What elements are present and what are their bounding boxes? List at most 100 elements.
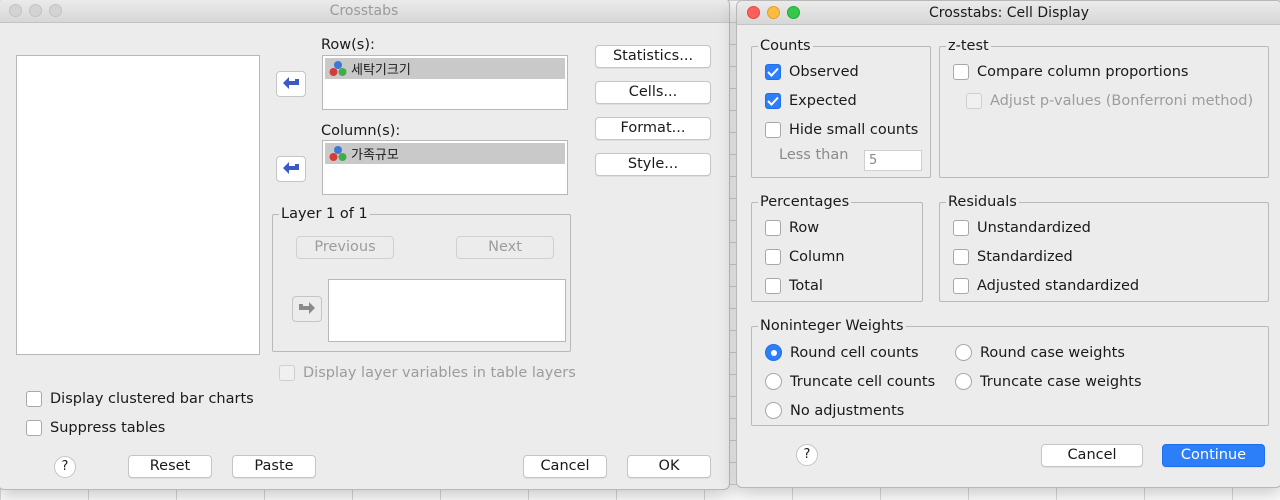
checkbox-box[interactable] xyxy=(953,249,969,265)
observed-label: Observed xyxy=(789,64,859,80)
checkbox-box[interactable] xyxy=(26,391,42,407)
truncate-case-weights-radio[interactable]: Truncate case weights xyxy=(955,373,1142,390)
layer-group-label: Layer 1 of 1 xyxy=(279,205,370,223)
round-case-weights-radio[interactable]: Round case weights xyxy=(955,344,1125,361)
move-to-columns-button[interactable] xyxy=(276,156,306,182)
arrow-left-icon xyxy=(283,77,299,89)
crosstabs-titlebar[interactable]: Crosstabs xyxy=(0,0,729,23)
columns-label: Column(s): xyxy=(321,123,401,139)
compare-column-proportions-checkbox[interactable]: Compare column proportions xyxy=(953,64,1188,80)
percentages-group-label: Percentages xyxy=(758,193,852,211)
total-percentage-label: Total xyxy=(789,278,823,294)
nominal-variable-icon xyxy=(329,145,347,161)
cell-display-dialog: Crosstabs: Cell Display Counts Observed … xyxy=(736,0,1280,488)
reset-button[interactable]: Reset xyxy=(128,455,212,478)
checkbox-box[interactable] xyxy=(765,93,781,109)
cancel-button[interactable]: Cancel xyxy=(1041,444,1143,467)
less-than-label: Less than xyxy=(779,147,849,163)
checkbox-box[interactable] xyxy=(953,220,969,236)
move-to-rows-button[interactable] xyxy=(276,71,306,97)
checkbox-box[interactable] xyxy=(953,278,969,294)
ztest-group-label: z-test xyxy=(946,37,991,55)
unstandardized-label: Unstandardized xyxy=(977,220,1091,236)
checkbox-box[interactable] xyxy=(279,365,295,381)
residuals-group-label: Residuals xyxy=(946,193,1019,211)
paste-button[interactable]: Paste xyxy=(232,455,316,478)
checkbox-box[interactable] xyxy=(953,64,969,80)
round-case-weights-label: Round case weights xyxy=(980,344,1125,361)
unstandardized-checkbox[interactable]: Unstandardized xyxy=(953,220,1091,236)
checkmark-icon xyxy=(767,67,779,77)
hide-small-counts-checkbox[interactable]: Hide small counts xyxy=(765,122,918,138)
column-variable-name: 가족규모 xyxy=(351,148,399,163)
cell-display-titlebar[interactable]: Crosstabs: Cell Display xyxy=(737,1,1280,25)
display-layer-variables-label: Display layer variables in table layers xyxy=(303,365,576,381)
radio-button[interactable] xyxy=(765,402,782,419)
expected-label: Expected xyxy=(789,93,857,109)
list-item[interactable]: 가족규모 xyxy=(325,143,565,164)
checkbox-box[interactable] xyxy=(765,278,781,294)
radio-button[interactable] xyxy=(765,373,782,390)
checkbox-box[interactable] xyxy=(26,420,42,436)
radio-button[interactable] xyxy=(955,344,972,361)
row-percentage-label: Row xyxy=(789,220,820,236)
style-button[interactable]: Style... xyxy=(595,153,711,176)
row-percentage-checkbox[interactable]: Row xyxy=(765,220,819,236)
expected-checkbox[interactable]: Expected xyxy=(765,93,857,109)
statistics-button[interactable]: Statistics... xyxy=(595,45,711,68)
source-variable-list[interactable] xyxy=(16,55,260,355)
cancel-button[interactable]: Cancel xyxy=(523,455,607,478)
no-adjustments-label: No adjustments xyxy=(790,402,905,419)
radio-button[interactable] xyxy=(765,344,782,361)
counts-group-label: Counts xyxy=(758,37,813,55)
rows-label: Row(s): xyxy=(321,37,375,53)
cells-button[interactable]: Cells... xyxy=(595,81,711,104)
display-layer-variables-checkbox[interactable]: Display layer variables in table layers xyxy=(279,365,576,381)
nominal-variable-icon xyxy=(329,60,347,76)
help-icon[interactable]: ? xyxy=(796,444,818,466)
adjusted-standardized-checkbox[interactable]: Adjusted standardized xyxy=(953,278,1139,294)
radio-button[interactable] xyxy=(955,373,972,390)
arrow-left-icon xyxy=(283,162,299,174)
round-cell-counts-radio[interactable]: Round cell counts xyxy=(765,344,919,361)
hide-small-counts-label: Hide small counts xyxy=(789,122,919,138)
truncate-cell-counts-label: Truncate cell counts xyxy=(790,373,936,390)
clustered-bar-charts-label: Display clustered bar charts xyxy=(50,391,254,407)
checkbox-box[interactable] xyxy=(966,93,982,109)
no-adjustments-radio[interactable]: No adjustments xyxy=(765,402,904,419)
list-item[interactable]: 세탁기크기 xyxy=(325,58,565,79)
row-variable-name: 세탁기크기 xyxy=(351,63,411,78)
column-percentage-checkbox[interactable]: Column xyxy=(765,249,845,265)
standardized-checkbox[interactable]: Standardized xyxy=(953,249,1073,265)
next-layer-button[interactable]: Next xyxy=(456,236,554,259)
layer-list[interactable] xyxy=(328,279,566,342)
suppress-tables-label: Suppress tables xyxy=(50,420,166,436)
rows-list[interactable]: 세탁기크기 xyxy=(322,55,568,110)
arrow-right-icon xyxy=(299,302,315,314)
continue-button[interactable]: Continue xyxy=(1162,444,1265,467)
checkbox-box[interactable] xyxy=(765,64,781,80)
total-percentage-checkbox[interactable]: Total xyxy=(765,278,823,294)
checkbox-box[interactable] xyxy=(765,249,781,265)
ok-button[interactable]: OK xyxy=(627,455,711,478)
window-title: Crosstabs xyxy=(329,3,399,19)
column-percentage-label: Column xyxy=(789,249,845,265)
checkmark-icon xyxy=(767,96,779,106)
adjust-p-values-checkbox[interactable]: Adjust p-values (Bonferroni method) xyxy=(966,93,1253,109)
window-title: Crosstabs: Cell Display xyxy=(928,5,1089,21)
clustered-bar-charts-checkbox[interactable]: Display clustered bar charts xyxy=(26,391,254,407)
move-to-layer-button[interactable] xyxy=(292,296,322,322)
checkbox-box[interactable] xyxy=(765,220,781,236)
previous-layer-button[interactable]: Previous xyxy=(296,236,394,259)
checkbox-box[interactable] xyxy=(765,122,781,138)
suppress-tables-checkbox[interactable]: Suppress tables xyxy=(26,420,165,436)
observed-checkbox[interactable]: Observed xyxy=(765,64,859,80)
help-icon[interactable]: ? xyxy=(54,456,76,478)
format-button[interactable]: Format... xyxy=(595,117,711,140)
truncate-cell-counts-radio[interactable]: Truncate cell counts xyxy=(765,373,935,390)
standardized-label: Standardized xyxy=(977,249,1073,265)
adjust-p-values-label: Adjust p-values (Bonferroni method) xyxy=(990,93,1254,109)
crosstabs-dialog: Crosstabs Row(s): 세탁기크기 Column(s): 가족규모 … xyxy=(0,0,730,490)
columns-list[interactable]: 가족규모 xyxy=(322,140,568,195)
less-than-input[interactable]: 5 xyxy=(864,150,922,171)
